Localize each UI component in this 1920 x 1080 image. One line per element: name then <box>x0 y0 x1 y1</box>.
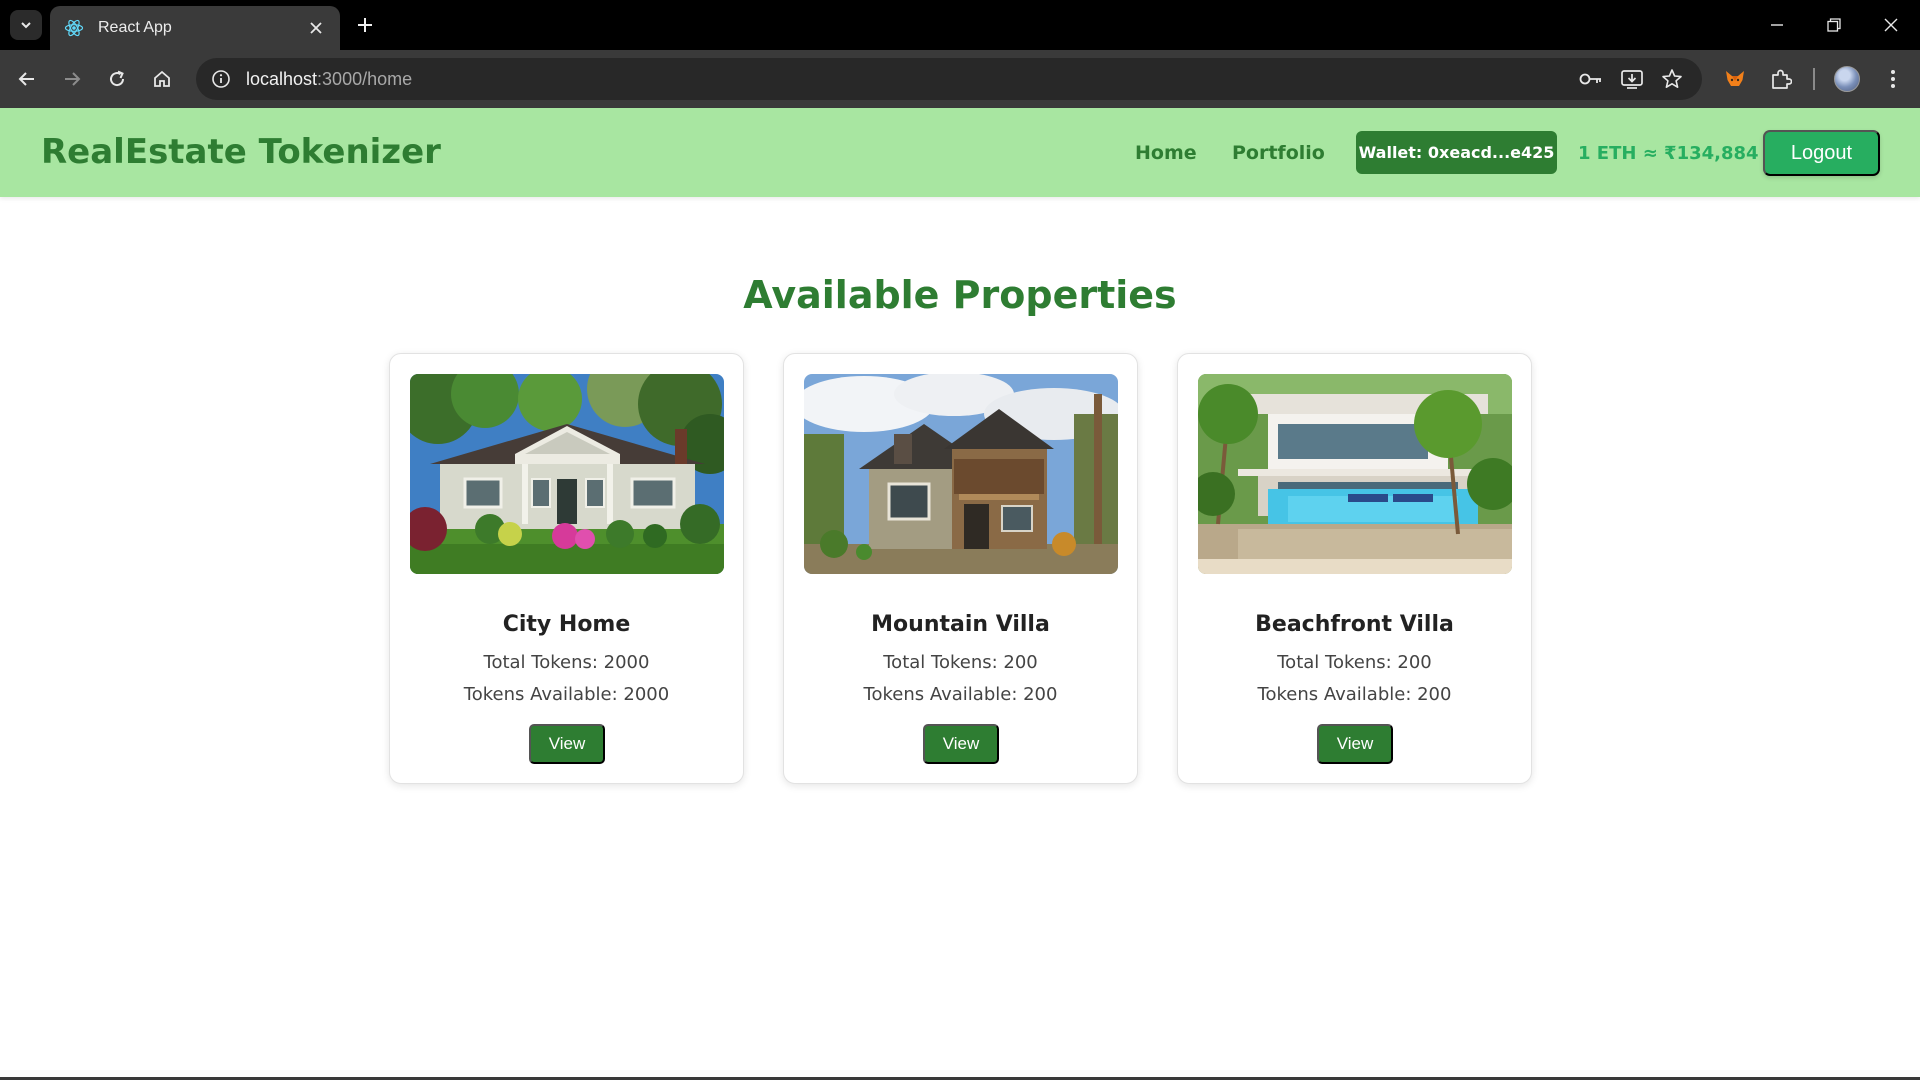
nav-portfolio-link[interactable]: Portfolio <box>1232 142 1325 164</box>
url-path: :3000/home <box>317 68 413 89</box>
puzzle-icon[interactable] <box>1766 64 1796 94</box>
minimize-icon[interactable] <box>1763 12 1791 38</box>
browser-tab[interactable]: React App <box>50 6 340 50</box>
home-icon[interactable] <box>147 64 177 94</box>
react-logo-icon <box>64 18 84 38</box>
property-image <box>410 374 724 574</box>
app-header: RealEstate Tokenizer Home Portfolio Wall… <box>0 108 1920 197</box>
view-button[interactable]: View <box>1317 724 1393 764</box>
fox-extension-icon[interactable] <box>1720 64 1750 94</box>
logout-button[interactable]: Logout <box>1763 130 1880 176</box>
property-image <box>804 374 1118 574</box>
property-image <box>1198 374 1512 574</box>
browser-toolbar: localhost:3000/home <box>0 50 1920 108</box>
nav-home-link[interactable]: Home <box>1135 142 1197 164</box>
tokens-available: Tokens Available: 200 <box>863 684 1058 705</box>
profile-avatar[interactable] <box>1832 64 1862 94</box>
tab-title: React App <box>98 19 172 36</box>
property-card: Beachfront Villa Total Tokens: 200 Token… <box>1177 353 1532 784</box>
url-host: localhost <box>246 68 318 89</box>
total-tokens: Total Tokens: 2000 <box>483 652 650 673</box>
window-close-icon[interactable] <box>1877 12 1905 38</box>
property-name: Mountain Villa <box>871 612 1050 637</box>
tokens-available: Tokens Available: 200 <box>1257 684 1452 705</box>
property-card: Mountain Villa Total Tokens: 200 Tokens … <box>783 353 1138 784</box>
kebab-menu-icon[interactable] <box>1878 64 1908 94</box>
address-bar[interactable]: localhost:3000/home <box>196 58 1702 100</box>
view-button[interactable]: View <box>923 724 999 764</box>
back-arrow-icon[interactable] <box>12 64 42 94</box>
page-title: Available Properties <box>743 273 1177 317</box>
total-tokens: Total Tokens: 200 <box>1277 652 1432 673</box>
url-text: localhost:3000/home <box>246 69 412 90</box>
info-icon[interactable] <box>210 68 232 90</box>
forward-arrow-icon[interactable] <box>57 64 87 94</box>
property-name: City Home <box>502 612 631 637</box>
view-button[interactable]: View <box>529 724 605 764</box>
install-icon[interactable] <box>1619 67 1645 91</box>
wallet-badge: Wallet: 0xeacd...e425 <box>1356 131 1557 174</box>
property-name: Beachfront Villa <box>1255 612 1454 637</box>
brand-title[interactable]: RealEstate Tokenizer <box>41 132 441 172</box>
close-icon[interactable] <box>306 18 326 38</box>
total-tokens: Total Tokens: 200 <box>883 652 1038 673</box>
browser-tabstrip: React App <box>0 0 1920 50</box>
toolbar-divider <box>1813 68 1815 90</box>
property-card: City Home Total Tokens: 2000 Tokens Avai… <box>389 353 744 784</box>
key-icon[interactable] <box>1578 67 1604 91</box>
tab-search-icon[interactable] <box>10 10 42 40</box>
eth-rate-text: 1 ETH ≈ ₹134,884 <box>1578 143 1759 164</box>
star-icon[interactable] <box>1659 67 1685 91</box>
restore-icon[interactable] <box>1820 12 1848 38</box>
reload-icon[interactable] <box>102 64 132 94</box>
plus-icon[interactable] <box>352 12 378 38</box>
avatar <box>1834 66 1860 92</box>
tokens-available: Tokens Available: 2000 <box>463 684 670 705</box>
